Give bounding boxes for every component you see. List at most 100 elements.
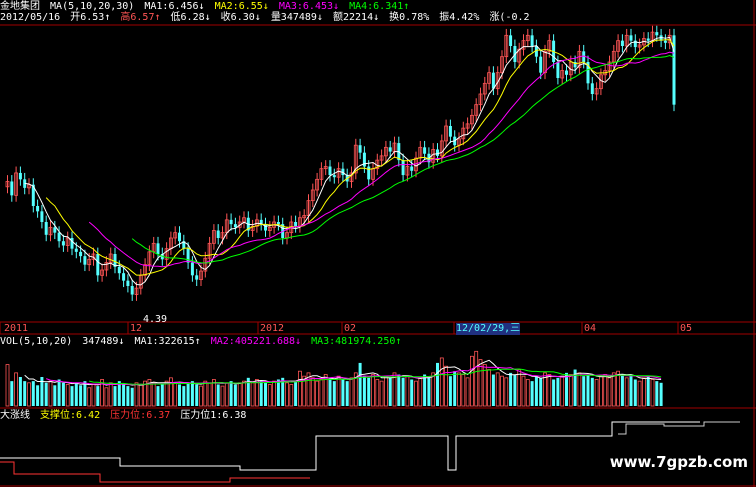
- volume-bar: [289, 384, 294, 407]
- candle-body: [388, 147, 392, 152]
- candle-body: [646, 38, 650, 41]
- volume-bar: [418, 377, 423, 407]
- volume-bar: [151, 382, 156, 407]
- volume-bar: [633, 379, 637, 406]
- volume-bar: [70, 386, 74, 406]
- volume-bar: [186, 382, 190, 406]
- candle-body: [620, 40, 624, 46]
- axis-cursor-label: 12/02/29,三: [456, 323, 521, 335]
- volume-bar: [358, 362, 362, 406]
- volume-bar: [237, 382, 242, 407]
- candle-body: [401, 160, 405, 176]
- volume-bar: [96, 386, 100, 406]
- volume-bar: [448, 376, 452, 406]
- candle-body: [436, 149, 439, 156]
- quote-volume: 量347489↓: [270, 12, 323, 23]
- volume-bar: [539, 377, 543, 406]
- volume-bar: [439, 357, 444, 407]
- volume-bar: [332, 381, 336, 406]
- volume-bar: [53, 385, 57, 406]
- support-step-line: [0, 461, 310, 483]
- candle-body: [629, 35, 633, 41]
- volume-bar: [122, 384, 126, 406]
- volume-header-row: VOL(5,10,20) 347489↓ MA1:322615↑ MA2:405…: [0, 336, 405, 348]
- volume-bar: [164, 380, 169, 407]
- candle-body: [40, 211, 44, 222]
- volume-bar: [242, 380, 246, 407]
- volume-bar: [607, 377, 612, 407]
- resistance-level-white: 压力位1:6.38: [180, 410, 247, 421]
- candle-body: [233, 224, 237, 228]
- volume-bar: [224, 382, 229, 407]
- volume-bar: [603, 374, 608, 407]
- candle-body: [294, 222, 298, 227]
- volume-bar: [547, 374, 552, 407]
- volume-bar: [655, 381, 659, 406]
- volume-bar: [267, 384, 272, 407]
- support-level: 支撑位:6.42: [40, 410, 101, 421]
- volume-bar: [57, 379, 61, 406]
- candle-body: [655, 32, 659, 36]
- volume-bar: [465, 377, 470, 407]
- volume-bar: [345, 381, 349, 406]
- volume-bar: [44, 382, 48, 406]
- volume-bar: [650, 379, 655, 407]
- axis-label: 02: [344, 323, 357, 334]
- volume-bar: [568, 374, 573, 407]
- candle-body: [229, 219, 233, 225]
- candle-body: [126, 280, 130, 286]
- volume-bar: [5, 364, 10, 407]
- candle-body: [556, 62, 560, 78]
- vol-ma1: MA1:322615↑: [134, 336, 201, 347]
- volume-bar: [27, 382, 31, 407]
- candle-body: [190, 262, 194, 276]
- volume-bar: [113, 386, 117, 406]
- candle-body: [122, 273, 126, 281]
- volume-bar: [646, 376, 650, 406]
- quote-turnover: 换0.78%: [389, 12, 430, 23]
- volume-bar: [36, 385, 40, 406]
- volume-bar: [91, 384, 96, 407]
- volume-bar: [272, 380, 277, 407]
- volume-bar: [577, 372, 582, 407]
- volume-bar: [517, 369, 522, 407]
- candle-body: [367, 166, 371, 180]
- candle-body: [216, 230, 220, 238]
- quote-amplitude: 振4.42%: [439, 12, 480, 23]
- volume-bar: [182, 386, 186, 406]
- candle-body: [36, 206, 40, 212]
- volume-bar: [453, 371, 457, 406]
- candle-body: [96, 254, 100, 276]
- candle-body: [423, 147, 427, 154]
- volume-bar: [530, 381, 534, 406]
- volume-bar: [134, 382, 139, 407]
- volume-bar: [367, 377, 371, 406]
- volume-bar: [410, 379, 414, 406]
- volume-bar: [285, 382, 289, 407]
- volume-bar: [83, 381, 87, 406]
- volume-bar: [65, 384, 70, 407]
- volume-bar: [349, 377, 354, 407]
- volume-bar: [495, 372, 500, 407]
- volume-bar: [117, 381, 121, 406]
- axis-label: 2011: [4, 323, 29, 334]
- volume-bar: [616, 370, 620, 407]
- candle-body: [156, 243, 160, 254]
- axis-label: 12: [130, 323, 143, 334]
- volume-bar: [504, 377, 509, 407]
- volume-bar: [233, 384, 237, 406]
- volume-bar: [87, 387, 92, 407]
- candle-body: [448, 126, 452, 137]
- vol-value: 347489↓: [82, 336, 125, 347]
- volume-bar: [457, 372, 461, 407]
- volume-bar: [276, 379, 280, 406]
- candle-body: [539, 56, 543, 73]
- candle-body: [83, 256, 87, 265]
- volume-bar: [264, 382, 267, 406]
- volume-bar: [509, 372, 513, 406]
- volume-bar: [556, 377, 560, 406]
- axis-label: 2012: [260, 323, 285, 334]
- volume-bar: [199, 385, 203, 407]
- volume-bar: [582, 376, 586, 406]
- candle-body: [509, 35, 513, 46]
